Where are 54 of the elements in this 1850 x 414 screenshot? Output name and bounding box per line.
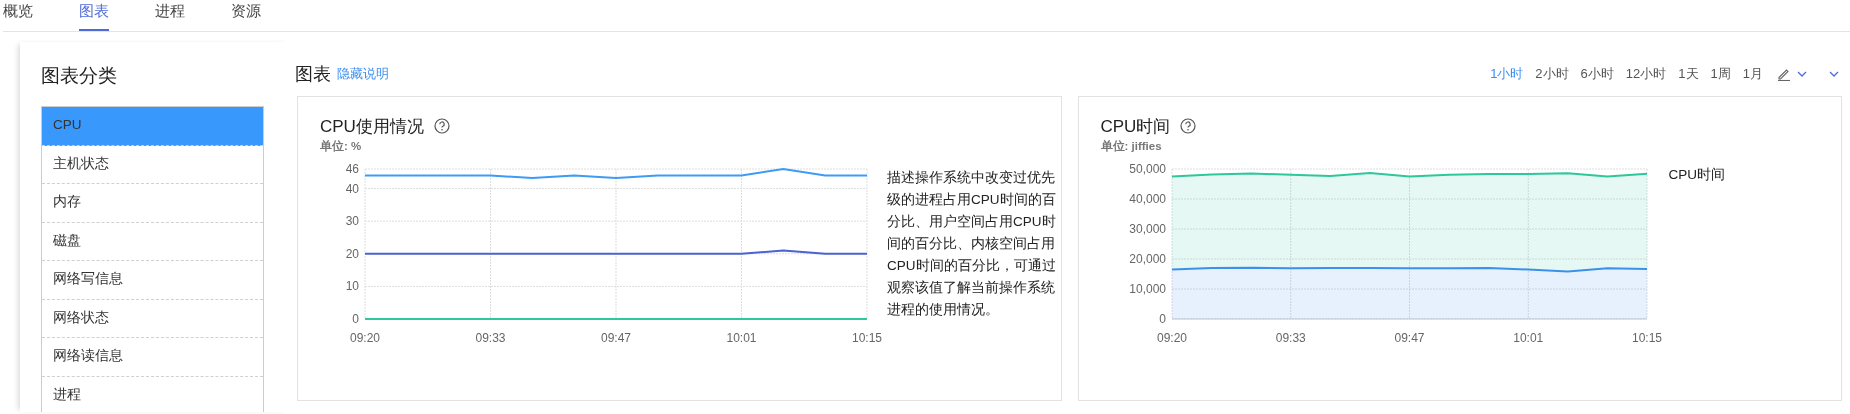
axis-label: 10:15 (852, 331, 882, 345)
axis-label: 40 (345, 181, 359, 196)
axis-label: 10:15 (1631, 331, 1662, 345)
legend-label: CPU时间 (1668, 166, 1726, 184)
axis-label: 09:47 (1394, 331, 1424, 345)
axis-label: 46 (345, 162, 359, 176)
axis-label: 10:01 (726, 331, 757, 345)
axis-label: 20 (345, 246, 359, 261)
edit-icon[interactable] (1777, 67, 1791, 81)
axis-label: 0 (1158, 312, 1166, 326)
tab[interactable]: 图表 (79, 0, 109, 31)
axis-label: 20,000 (1128, 252, 1166, 266)
sidebar-title: 图表分类 (41, 64, 118, 88)
sidebar-item[interactable]: 网络写信息 (42, 261, 263, 300)
axis-label: 0 (352, 312, 359, 326)
sidebar-item[interactable]: 磁盘 (42, 222, 263, 261)
axis-label: 09:33 (475, 331, 506, 345)
chart-title: CPU使用情况 (320, 115, 424, 138)
axis-label: 30 (345, 214, 359, 229)
chevron-down-icon[interactable] (1797, 70, 1807, 78)
sidebar-item[interactable]: 主机状态 (42, 145, 263, 184)
axis-label: 10,000 (1128, 282, 1166, 296)
sidebar-item[interactable]: CPU (42, 107, 263, 146)
sidebar-item[interactable]: 网络读信息 (42, 338, 263, 377)
tab[interactable]: 概览 (3, 0, 33, 31)
unit-label: 单位: jiffies (1100, 139, 1163, 153)
axis-label: 10 (345, 279, 359, 294)
time-range-option[interactable]: 12小时 (1625, 65, 1667, 83)
time-range-option[interactable]: 6小时 (1580, 65, 1614, 83)
chart-title: CPU时间 (1100, 115, 1171, 138)
chevron-down-icon[interactable] (1829, 70, 1839, 78)
help-icon[interactable] (1180, 118, 1197, 134)
unit-label: 单位: % (320, 139, 363, 153)
chart-description: 描述操作系统中改变过优先级的进程占用CPU时间的百分比、用户空间占用CPU时间的百分比、内核空间占用CPU时间的百分比，可通过观察该值了解当前操作系统进程的使用情况。 (887, 169, 1057, 319)
tab[interactable]: 进程 (155, 0, 185, 31)
time-range-option[interactable]: 1周 (1710, 65, 1731, 83)
hide-description-link[interactable]: 隐藏说明 (337, 65, 389, 83)
tab[interactable]: 资源 (231, 0, 261, 31)
time-range-option[interactable]: 1天 (1678, 65, 1699, 83)
sidebar-item[interactable]: 网络状态 (42, 299, 263, 338)
section-title: 图表 (295, 63, 331, 86)
axis-label: 30,000 (1128, 222, 1166, 236)
axis-label: 09:20 (350, 331, 380, 345)
axis-label: 09:47 (601, 331, 631, 345)
axis-label: 10:01 (1512, 331, 1543, 345)
axis-label: 40,000 (1128, 192, 1166, 206)
sidebar-item[interactable]: 进程 (42, 376, 263, 412)
sidebar-item[interactable]: 内存 (42, 184, 263, 223)
axis-label: 50,000 (1128, 162, 1166, 176)
axis-label: 09:33 (1275, 331, 1306, 345)
axis-label: 09:20 (1156, 331, 1187, 345)
time-range-option[interactable]: 2小时 (1535, 65, 1569, 83)
help-icon[interactable] (433, 118, 450, 134)
time-range-option[interactable]: 1月 (1742, 65, 1763, 83)
